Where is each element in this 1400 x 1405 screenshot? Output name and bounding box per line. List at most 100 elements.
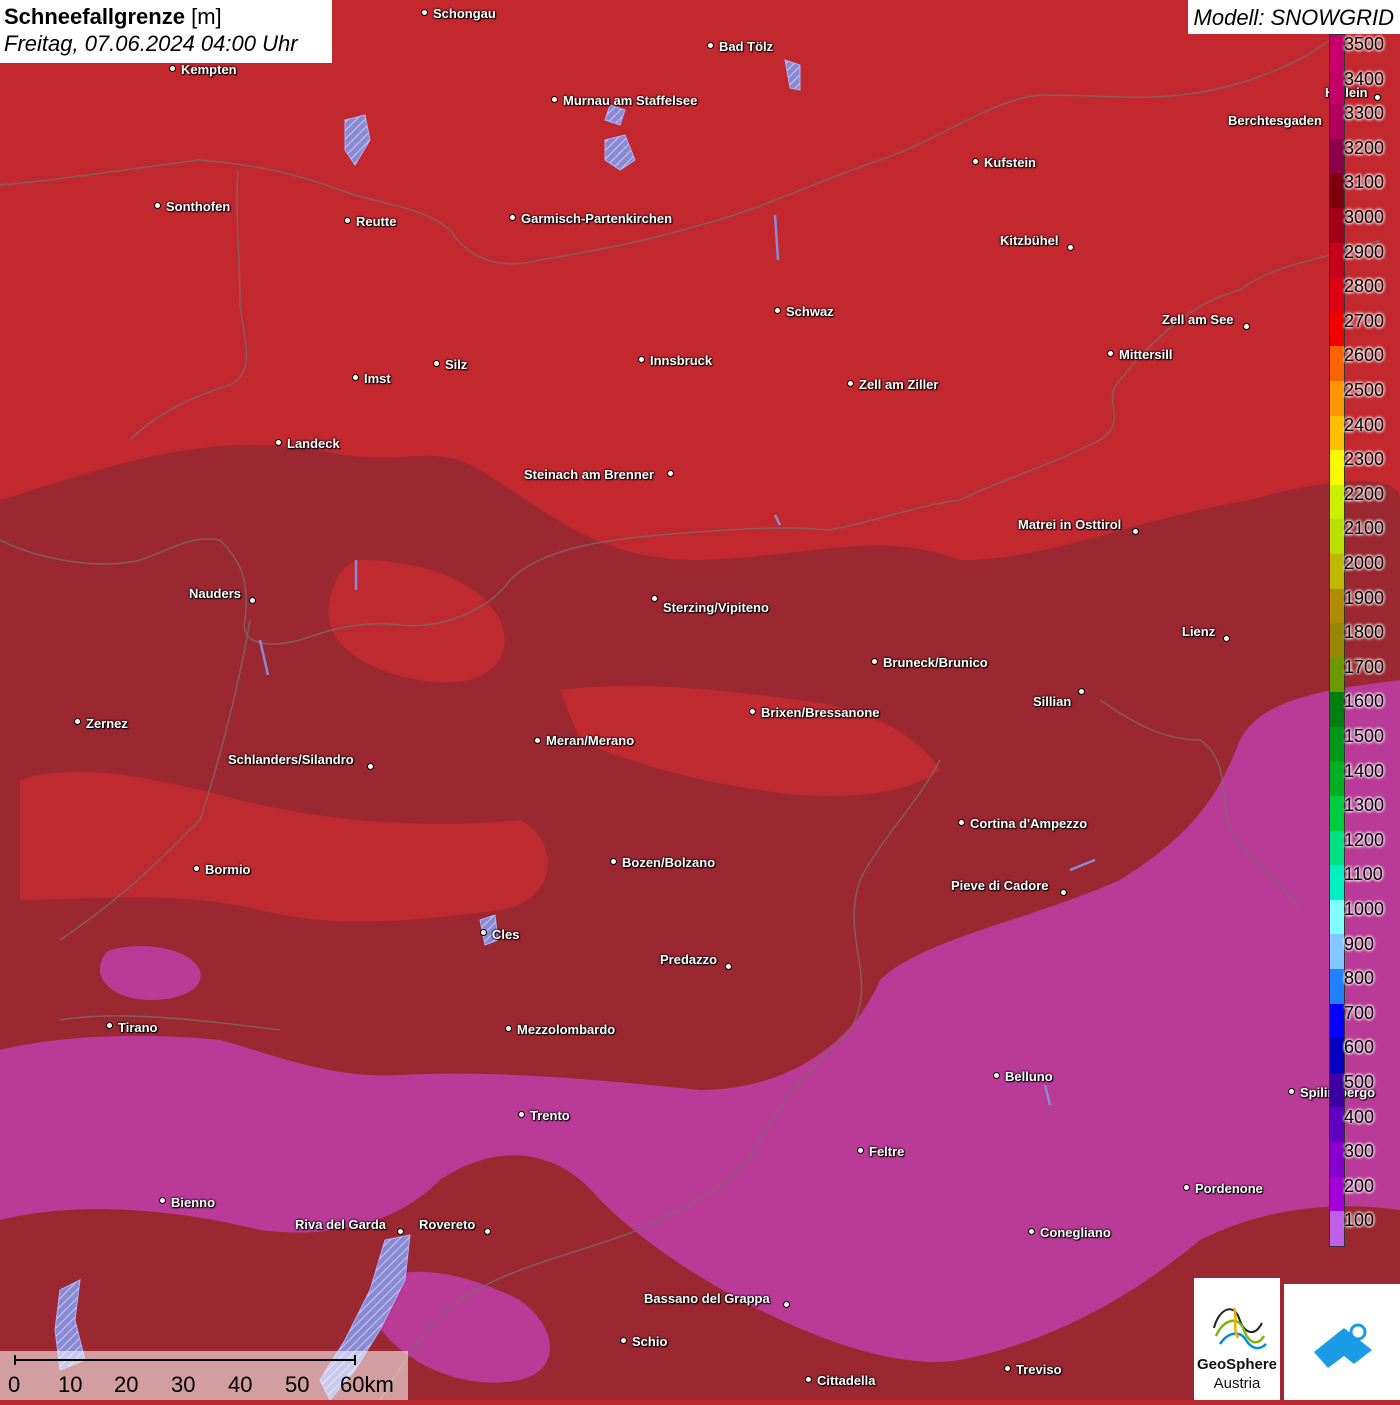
city-label: Murnau am Staffelsee — [563, 93, 698, 108]
legend-swatch — [1330, 415, 1344, 451]
city-label: Mezzolombardo — [517, 1022, 616, 1037]
city-marker — [352, 374, 359, 381]
city-label: Steinach am Brenner — [524, 467, 655, 482]
city-marker — [509, 214, 516, 221]
city-label: Riva del Garda — [295, 1217, 387, 1232]
legend-swatch — [1330, 311, 1344, 347]
city-marker — [1223, 635, 1230, 642]
city-marker — [1004, 1365, 1011, 1372]
legend-swatch — [1330, 657, 1344, 693]
city-label: Landeck — [287, 436, 340, 451]
legend-swatch — [1330, 899, 1344, 935]
color-legend — [1329, 34, 1345, 1247]
legend-label: 1800 — [1344, 622, 1385, 643]
legend-label: 2900 — [1344, 241, 1385, 262]
city-marker — [249, 597, 256, 604]
city-marker — [193, 865, 200, 872]
city-label: Cles — [492, 927, 520, 942]
city-label: Meran/Merano — [546, 733, 635, 748]
legend-swatch — [1330, 623, 1344, 658]
city-label: Cortina d'Ampezzo — [970, 816, 1088, 831]
city-label: Lienz — [1182, 624, 1216, 639]
city-label: Schio — [632, 1334, 668, 1349]
map-title: Schneefallgrenze [m] — [4, 3, 328, 30]
legend-label: 2100 — [1344, 518, 1385, 539]
city-marker — [774, 307, 781, 314]
legend-swatch — [1330, 761, 1344, 797]
city-marker — [1183, 1184, 1190, 1191]
legend-swatch — [1330, 1072, 1344, 1108]
city-label: Berchtesgaden — [1228, 113, 1322, 128]
city-label: Bassano del Grappa — [644, 1291, 770, 1306]
logo-line2: Austria — [1213, 1375, 1261, 1392]
legend-swatch — [1330, 35, 1344, 70]
city-marker — [958, 819, 965, 826]
legend-label: 3400 — [1344, 68, 1385, 89]
city-marker — [610, 858, 617, 865]
city-marker — [972, 158, 979, 165]
cloud-mountain-icon — [1314, 1323, 1372, 1368]
scale-label: 30 — [171, 1372, 196, 1397]
city-marker — [518, 1111, 525, 1118]
scale-label: 40 — [228, 1372, 253, 1397]
city-label: Bruneck/Brunico — [883, 655, 988, 670]
legend-swatch — [1330, 692, 1344, 727]
legend-label: 2200 — [1344, 483, 1385, 504]
legend-swatch — [1330, 346, 1344, 381]
legend-swatch — [1330, 969, 1344, 1004]
city-label: Feltre — [869, 1144, 905, 1159]
city-label: Garmisch-Partenkirchen — [521, 211, 673, 226]
city-marker — [484, 1228, 491, 1235]
city-label: Sillian — [1033, 694, 1072, 709]
city-marker — [421, 9, 428, 16]
legend-swatch — [1330, 1176, 1344, 1212]
city-marker — [847, 380, 854, 387]
legend-label: 1500 — [1344, 726, 1385, 746]
city-label: Kufstein — [984, 155, 1036, 170]
city-marker — [1067, 244, 1074, 251]
city-label: Zernez — [86, 716, 128, 731]
legend-label: 2400 — [1344, 414, 1385, 435]
city-marker — [159, 1197, 166, 1204]
legend-swatch — [1330, 173, 1344, 208]
legend-label: 400 — [1344, 1106, 1375, 1127]
legend-swatch — [1330, 242, 1344, 278]
legend-label: 1900 — [1344, 587, 1385, 608]
city-label: Predazzo — [660, 952, 718, 967]
legend-label: 900 — [1344, 933, 1375, 954]
legend-swatch — [1330, 519, 1344, 554]
city-label: Kitzbühel — [1000, 233, 1059, 248]
city-marker — [857, 1147, 864, 1154]
legend-label: 1300 — [1344, 795, 1385, 816]
city-marker — [169, 65, 176, 72]
city-marker — [805, 1376, 812, 1383]
city-marker — [871, 658, 878, 665]
legend-label: 2500 — [1344, 380, 1385, 400]
scale-label: 20 — [114, 1372, 139, 1397]
city-label: Bad Tölz — [719, 39, 774, 54]
city-marker — [534, 737, 541, 744]
city-marker — [651, 595, 658, 602]
legend-swatch — [1330, 138, 1344, 174]
city-marker — [1078, 688, 1085, 695]
city-marker — [638, 356, 645, 363]
legend-label: 800 — [1344, 968, 1375, 989]
city-label: Zell am Ziller — [859, 377, 939, 392]
legend-swatch — [1330, 207, 1344, 243]
legend-label: 1100 — [1344, 864, 1383, 885]
geosphere-logo: GeoSphere Austria — [1194, 1278, 1280, 1400]
city-label: Matrei in Osttirol — [1018, 517, 1122, 532]
city-marker — [433, 360, 440, 367]
title-unit: [m] — [191, 4, 222, 29]
legend-swatch — [1330, 1211, 1344, 1246]
legend-label: 300 — [1344, 1141, 1375, 1162]
city-label: Brixen/Bressanone — [761, 705, 880, 720]
city-marker — [1132, 528, 1139, 535]
city-marker — [1374, 94, 1381, 101]
legend-label: 2700 — [1344, 310, 1385, 331]
legend-label: 2600 — [1344, 345, 1385, 366]
title-box: Schneefallgrenze [m] Freitag, 07.06.2024… — [0, 0, 332, 63]
city-label: Innsbruck — [650, 353, 713, 368]
city-marker — [749, 708, 756, 715]
legend-label: 3000 — [1344, 207, 1385, 227]
